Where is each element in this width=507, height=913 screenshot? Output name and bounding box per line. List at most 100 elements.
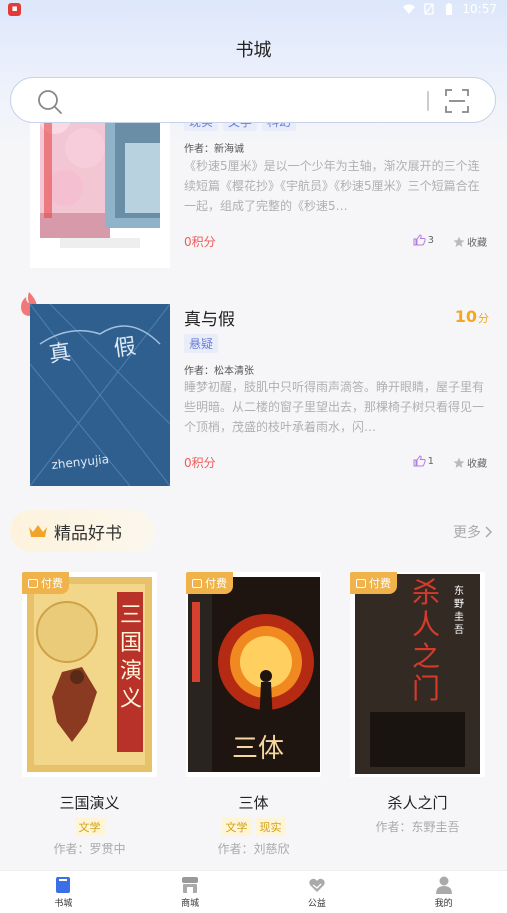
premium-book-cover[interactable]: 杀 人 之 门 东 野 圭 吾 付费 bbox=[350, 572, 485, 777]
scan-icon[interactable] bbox=[445, 89, 469, 113]
store-icon bbox=[182, 876, 199, 893]
favorite-label: 收藏 bbox=[467, 459, 487, 470]
search-icon[interactable] bbox=[37, 89, 63, 115]
book-tag: 悬疑 bbox=[184, 334, 219, 353]
premium-book-author: 作者：东野圭吾 bbox=[375, 820, 460, 834]
book-tags: 悬疑 bbox=[184, 334, 219, 353]
like-button[interactable]: 3 bbox=[413, 234, 434, 246]
book-description: 《秒速5厘米》是以一个少年为主轴，渐次展开的三个连续短篇《樱花抄》《宇航员》《秒… bbox=[184, 159, 480, 213]
paid-icon bbox=[356, 578, 366, 588]
premium-book-title[interactable]: 杀人之门 bbox=[350, 792, 485, 813]
tab-charity[interactable]: 公益 bbox=[254, 871, 381, 913]
book-score-value: 10 bbox=[454, 307, 477, 326]
heart-hands-icon bbox=[309, 878, 325, 892]
page-title: 书城 bbox=[235, 40, 272, 61]
svg-text:圭: 圭 bbox=[454, 610, 464, 623]
book-score: 10分 bbox=[455, 307, 489, 326]
thumbs-up-icon bbox=[413, 455, 426, 467]
star-icon bbox=[453, 236, 465, 247]
tab-bookstore[interactable]: 书城 bbox=[0, 871, 127, 913]
more-link[interactable]: 更多 bbox=[453, 522, 493, 542]
premium-book-tag: 现实 bbox=[255, 818, 286, 836]
battery-icon bbox=[446, 3, 453, 15]
svg-text:演: 演 bbox=[120, 659, 142, 684]
book-score-unit: 分 bbox=[478, 312, 489, 325]
wifi-icon bbox=[403, 4, 416, 14]
premium-book-author: 作者：罗贯中 bbox=[53, 842, 126, 856]
premium-cover-art: 三体 bbox=[186, 572, 321, 777]
premium-cover-art: 三 国 演 义 bbox=[22, 572, 157, 777]
svg-text:东: 东 bbox=[454, 584, 464, 597]
svg-text:假: 假 bbox=[112, 334, 137, 362]
status-icons: 10:57 bbox=[402, 2, 497, 16]
paid-icon bbox=[28, 578, 38, 588]
premium-book-card[interactable]: 三体 付费 三体 文学 现实 作者：刘慈欣 bbox=[186, 572, 321, 862]
paid-icon bbox=[192, 578, 202, 588]
app-notification-icon: ▪ bbox=[8, 3, 21, 16]
premium-book-cover[interactable]: 三 国 演 义 付费 bbox=[22, 572, 157, 777]
favorite-button[interactable]: 收藏 bbox=[453, 234, 487, 249]
more-label: 更多 bbox=[453, 525, 481, 541]
like-count: 1 bbox=[427, 455, 434, 467]
like-button[interactable]: 1 bbox=[413, 455, 434, 467]
bottom-tab-bar: 书城 商城 公益 我的 bbox=[0, 870, 507, 913]
svg-text:吾: 吾 bbox=[454, 624, 464, 636]
premium-cover-art: 杀 人 之 门 东 野 圭 吾 bbox=[350, 572, 485, 777]
svg-text:义: 义 bbox=[120, 687, 142, 712]
like-count: 3 bbox=[427, 234, 434, 246]
premium-book-tag: 文学 bbox=[221, 818, 252, 836]
paid-label: 付费 bbox=[205, 577, 227, 590]
svg-text:人: 人 bbox=[412, 608, 440, 641]
paid-label: 付费 bbox=[369, 577, 391, 590]
tab-label: 商城 bbox=[181, 898, 200, 909]
user-icon bbox=[435, 876, 452, 894]
svg-text:杀: 杀 bbox=[412, 576, 440, 609]
paid-badge: 付费 bbox=[350, 572, 397, 594]
thumbs-up-icon bbox=[413, 234, 426, 246]
svg-text:真: 真 bbox=[47, 340, 72, 368]
tab-profile[interactable]: 我的 bbox=[380, 871, 507, 913]
search-bar[interactable] bbox=[10, 77, 496, 123]
favorite-label: 收藏 bbox=[467, 238, 487, 249]
star-icon bbox=[453, 457, 465, 468]
sim-icon bbox=[424, 3, 435, 15]
premium-book-author: 作者：刘慈欣 bbox=[217, 842, 290, 856]
section-title: 精品好书 bbox=[54, 523, 122, 544]
premium-book-card[interactable]: 三 国 演 义 付费 三国演义 文学 作者：罗贯中 bbox=[22, 572, 157, 862]
book-author: 作者：新海诚 bbox=[184, 144, 244, 155]
section-header: 精品好书 bbox=[10, 510, 155, 552]
book-title[interactable]: 真与假 bbox=[184, 305, 235, 330]
tab-store[interactable]: 商城 bbox=[127, 871, 254, 913]
paid-label: 付费 bbox=[41, 577, 63, 590]
premium-book-title[interactable]: 三体 bbox=[186, 792, 321, 813]
svg-text:门: 门 bbox=[412, 672, 440, 705]
svg-text:三: 三 bbox=[120, 603, 142, 628]
premium-book-cover[interactable]: 三体 付费 bbox=[186, 572, 321, 777]
svg-text:野: 野 bbox=[454, 598, 464, 610]
favorite-button[interactable]: 收藏 bbox=[453, 455, 487, 470]
book-author: 作者：松本清张 bbox=[184, 366, 254, 377]
book-icon bbox=[56, 876, 71, 893]
premium-book-tags: 文学 现实 bbox=[186, 818, 321, 836]
svg-text:之: 之 bbox=[412, 640, 440, 673]
paid-badge: 付费 bbox=[186, 572, 233, 594]
book-cover-art: 真 假 zhenyujia bbox=[30, 304, 170, 486]
book-cover[interactable]: 真 假 zhenyujia bbox=[30, 304, 170, 486]
svg-text:国: 国 bbox=[120, 631, 142, 656]
status-time: 10:57 bbox=[462, 2, 497, 16]
book-card[interactable]: 真 假 zhenyujia 真与假 10分 悬疑 作者：松本清张 睡梦初醒，肢肌… bbox=[0, 292, 507, 486]
paid-badge: 付费 bbox=[22, 572, 69, 594]
chevron-right-icon bbox=[485, 526, 493, 538]
premium-book-title[interactable]: 三国演义 bbox=[22, 792, 157, 813]
status-bar: ▪ 10:57 bbox=[0, 0, 507, 20]
search-divider bbox=[427, 91, 429, 111]
tab-label: 公益 bbox=[307, 898, 326, 909]
premium-book-card[interactable]: 杀 人 之 门 东 野 圭 吾 付费 杀人之门 作者：东野圭吾 bbox=[350, 572, 485, 862]
tab-label: 我的 bbox=[434, 898, 453, 909]
premium-book-tags: 文学 bbox=[22, 818, 157, 836]
book-points: 0积分 bbox=[184, 235, 216, 249]
book-description: 睡梦初醒，肢肌中只听得雨声滴答。睁开眼睛，屋子里有些明暗。从二楼的窗子里望出去，… bbox=[184, 380, 485, 434]
crown-icon bbox=[29, 525, 47, 537]
book-points: 0积分 bbox=[184, 456, 216, 470]
tab-label: 书城 bbox=[54, 898, 73, 909]
